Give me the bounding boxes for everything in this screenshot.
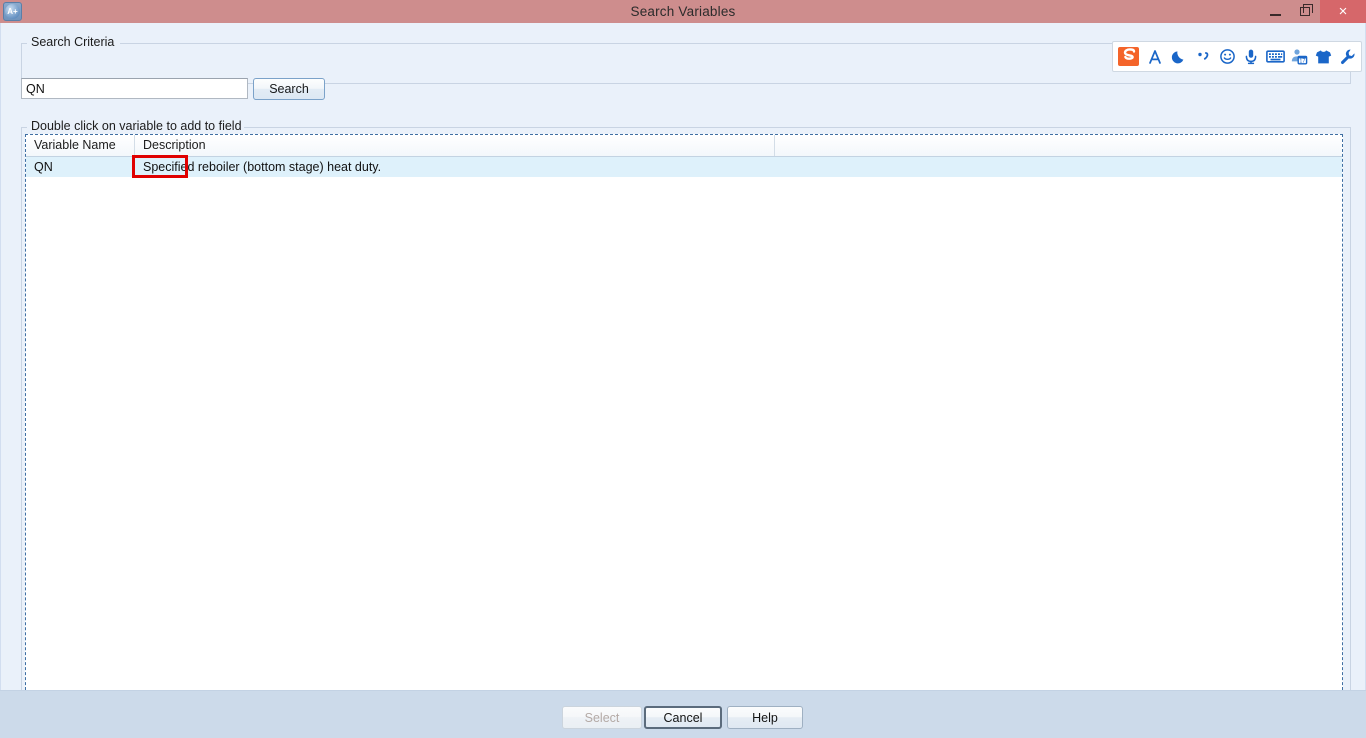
search-input[interactable] [21,78,248,99]
window-title: Search Variables [630,4,736,19]
aspen-plus-icon[interactable]: A+ [3,2,22,21]
svg-text:17: 17 [1299,59,1305,65]
close-button[interactable]: × [1320,0,1366,23]
minimize-icon [1269,13,1281,16]
cancel-button[interactable]: Cancel [644,706,722,729]
sogou-input-method-toolbar[interactable]: 17 [1112,41,1362,72]
column-header-description[interactable]: Description [135,135,775,156]
moon-icon[interactable] [1167,44,1191,69]
close-icon: × [1338,3,1348,20]
keyboard-icon[interactable] [1263,44,1287,69]
title-bar[interactable]: A+ Search Variables × [0,0,1366,24]
wrench-icon[interactable] [1335,44,1359,69]
smiley-icon[interactable] [1215,44,1239,69]
help-button[interactable]: Help [727,706,803,729]
microphone-icon[interactable] [1239,44,1263,69]
restore-icon [1300,4,1313,16]
app-icon-label: A+ [5,4,20,19]
restore-button[interactable] [1290,0,1320,23]
calendar-person-icon[interactable]: 17 [1287,44,1311,69]
minimize-button[interactable] [1260,0,1290,23]
cell-description[interactable]: Specified reboiler (bottom stage) heat d… [135,157,775,177]
cell-variable-name[interactable]: QN [26,157,135,177]
comma-icon[interactable] [1191,44,1215,69]
search-criteria-label: Search Criteria [27,35,119,49]
dialog-body: Search Criteria Search Double click on v… [0,23,1366,705]
select-button[interactable]: Select [562,706,642,729]
window-controls: × [1260,0,1366,23]
grid-header-row: Variable Name Description [26,135,1342,157]
tshirt-icon[interactable] [1311,44,1335,69]
cell-extra[interactable] [775,157,1341,177]
search-button[interactable]: Search [253,78,325,100]
dialog-footer: Select Cancel Help [0,690,1366,738]
column-header-variable-name[interactable]: Variable Name [26,135,135,156]
table-row[interactable]: QN Specified reboiler (bottom stage) hea… [26,157,1342,177]
letter-a-icon[interactable] [1143,44,1167,69]
variable-list-hint-label: Double click on variable to add to field [27,119,246,133]
variables-grid[interactable]: Variable Name Description QN Specified r… [25,134,1343,705]
column-header-extra[interactable] [775,135,1341,156]
sogou-logo-icon[interactable] [1115,44,1143,69]
